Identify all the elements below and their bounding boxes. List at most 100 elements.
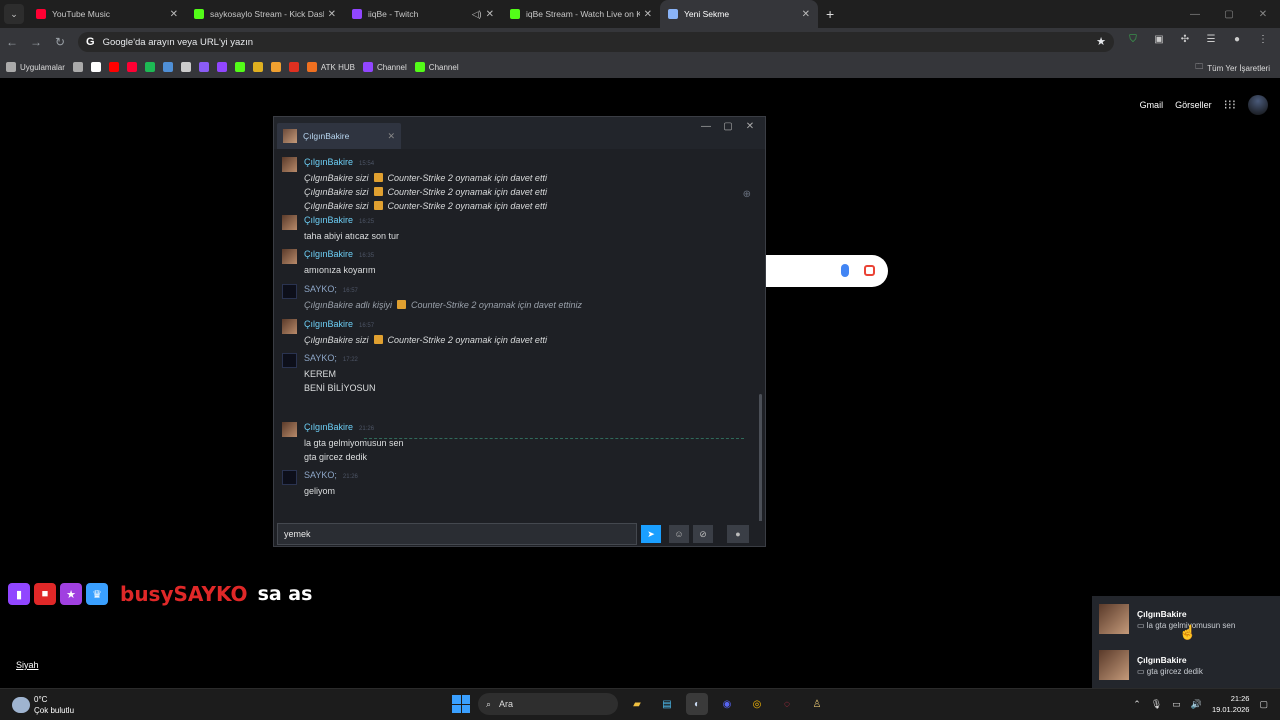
invite-text: Counter-Strike 2 oynamak için davet etti: [387, 335, 547, 345]
bookmark-item[interactable]: [180, 62, 191, 72]
puzzle-icon[interactable]: ✣: [1172, 34, 1198, 45]
bookmark-item[interactable]: [270, 62, 281, 72]
chat-notification[interactable]: ÇılgınBakire ▭ gta gircez dedik: [1092, 642, 1280, 688]
volume-icon[interactable]: 🔊: [1191, 699, 1202, 710]
chat-maximize-button[interactable]: ▢: [717, 121, 739, 132]
siyah-link[interactable]: Siyah: [16, 660, 39, 670]
bookmark-item[interactable]: Channel: [362, 62, 407, 72]
bookmark-item[interactable]: [108, 62, 119, 72]
overlay-username: busySAYKO: [120, 582, 248, 606]
reading-list-icon[interactable]: ☰: [1198, 34, 1224, 45]
game-invite[interactable]: ÇılgınBakire sizi Counter-Strike 2 oynama…: [304, 185, 547, 199]
address-bar[interactable]: G Google'da arayın veya URL'yi yazın ★: [78, 32, 1114, 52]
attach-icon[interactable]: ⊘: [693, 525, 713, 543]
file-explorer-icon[interactable]: ▰: [626, 693, 648, 715]
start-button[interactable]: [452, 695, 470, 713]
close-window-button[interactable]: ✕: [1246, 9, 1280, 20]
opera-gx-icon[interactable]: ◌: [776, 693, 798, 715]
chat-close-button[interactable]: ✕: [739, 121, 761, 132]
shield-extension-icon[interactable]: ⛉: [1120, 34, 1146, 45]
game-invite[interactable]: ÇılgınBakire sizi Counter-Strike 2 oynama…: [304, 333, 547, 347]
message-sender[interactable]: ÇılgınBakire: [304, 319, 353, 329]
chat-minimize-button[interactable]: —: [695, 121, 717, 132]
tab-close-icon[interactable]: ✕: [170, 9, 178, 20]
chrome-icon[interactable]: ◎: [746, 693, 768, 715]
bookmark-item[interactable]: ATK HUB: [306, 62, 355, 72]
images-link[interactable]: Görseller: [1175, 100, 1212, 110]
game-invite[interactable]: ÇılgınBakire sizi Counter-Strike 2 oynama…: [304, 199, 547, 213]
steam-icon[interactable]: ◐: [686, 693, 708, 715]
apps-grid-icon[interactable]: ⁝⁝⁝: [1224, 97, 1236, 113]
app-icon[interactable]: ♙: [806, 693, 828, 715]
browser-tab[interactable]: iiqBe - Twitch ◁) ✕: [344, 0, 502, 28]
emoticon-icon[interactable]: ☺: [669, 525, 689, 543]
new-tab-button[interactable]: +: [826, 6, 834, 22]
menu-icon[interactable]: ⋮: [1250, 34, 1276, 45]
profile-avatar[interactable]: ●: [1224, 34, 1250, 45]
message-sender[interactable]: SAYKO;: [304, 284, 337, 294]
bookmark-item[interactable]: [216, 62, 227, 72]
bookmark-item[interactable]: Channel: [414, 62, 459, 72]
tab-search-dropdown[interactable]: ⌄: [4, 4, 24, 24]
bookmark-item[interactable]: [198, 62, 209, 72]
message-sender[interactable]: SAYKO;: [304, 353, 337, 363]
close-tab-icon[interactable]: ✕: [387, 131, 395, 142]
taskbar-search[interactable]: ⌕ Ara: [478, 693, 618, 715]
network-icon[interactable]: ▭: [1172, 699, 1181, 710]
bookmark-item[interactable]: [252, 62, 263, 72]
bookmark-item[interactable]: [288, 62, 299, 72]
chat-message: ÇılgınBakire 16:57 ÇılgınBakire sizi Counte…: [282, 317, 547, 347]
window-controls: — ▢ ✕: [1178, 0, 1280, 28]
google-search-box[interactable]: [765, 255, 888, 287]
bookmark-item[interactable]: [234, 62, 245, 72]
game-invite[interactable]: ÇılgınBakire adlı kişiyi Counter-Strike 2…: [304, 298, 582, 312]
google-profile-avatar[interactable]: [1248, 95, 1268, 115]
tab-audio-icon[interactable]: ◁): [472, 9, 482, 20]
message-sender[interactable]: ÇılgınBakire: [304, 422, 353, 432]
chat-input[interactable]: yemek: [277, 523, 637, 545]
all-bookmarks[interactable]: 🗀 Tüm Yer İşaretleri: [1195, 61, 1270, 75]
reload-button[interactable]: ↻: [48, 35, 72, 49]
browser-tab[interactable]: Yeni Sekme ✕: [660, 0, 818, 28]
send-button[interactable]: ➤: [641, 525, 661, 543]
tab-close-icon[interactable]: ✕: [802, 9, 810, 20]
tab-close-icon[interactable]: ✕: [328, 9, 336, 20]
message-sender[interactable]: ÇılgınBakire: [304, 249, 353, 259]
chat-tab[interactable]: ÇılgınBakire ✕: [277, 123, 401, 149]
voice-search-icon[interactable]: [841, 264, 849, 277]
bookmark-item[interactable]: [72, 62, 83, 72]
extension-icon[interactable]: ▣: [1146, 34, 1172, 45]
maximize-button[interactable]: ▢: [1212, 9, 1246, 20]
voice-chat-icon[interactable]: ●: [727, 525, 749, 543]
message-sender[interactable]: SAYKO;: [304, 470, 337, 480]
back-button[interactable]: ←: [0, 35, 24, 49]
browser-tab[interactable]: YouTube Music ✕: [28, 0, 186, 28]
message-sender[interactable]: ÇılgınBakire: [304, 215, 353, 225]
lens-icon[interactable]: [864, 265, 875, 276]
invite-prefix: ÇılgınBakire sizi: [304, 335, 369, 345]
forward-button[interactable]: →: [24, 35, 48, 49]
message-sender[interactable]: ÇılgınBakire: [304, 157, 353, 167]
browser-tab[interactable]: iqBe Stream - Watch Live on Ki ✕: [502, 0, 660, 28]
bookmark-item[interactable]: [162, 62, 173, 72]
discord-icon[interactable]: ◉: [716, 693, 738, 715]
bookmark-item[interactable]: Uygulamalar: [6, 62, 65, 72]
bookmark-item[interactable]: [144, 62, 155, 72]
bookmark-star-icon[interactable]: ★: [1096, 35, 1106, 48]
microphone-icon[interactable]: 🎙: [1151, 699, 1162, 710]
chevron-up-icon[interactable]: ⌃: [1133, 699, 1141, 710]
gmail-link[interactable]: Gmail: [1140, 100, 1164, 110]
bookmark-item[interactable]: [126, 62, 137, 72]
notepad-icon[interactable]: ▤: [656, 693, 678, 715]
add-friend-icon[interactable]: ⊕: [743, 189, 751, 200]
bookmark-item[interactable]: [90, 62, 101, 72]
minimize-button[interactable]: —: [1178, 9, 1212, 20]
browser-tab[interactable]: saykosaylo Stream - Kick Dashb ✕: [186, 0, 344, 28]
clock[interactable]: 21:26 19.01.2026: [1212, 693, 1250, 715]
invite-prefix: ÇılgınBakire adlı kişiyi: [304, 300, 393, 310]
tab-close-icon[interactable]: ✕: [486, 9, 494, 20]
tab-close-icon[interactable]: ✕: [644, 9, 652, 20]
weather-widget[interactable]: 0°C Çok bulutlu: [12, 694, 74, 716]
notification-center-icon[interactable]: ▢: [1259, 699, 1268, 710]
game-invite[interactable]: ÇılgınBakire sizi Counter-Strike 2 oynama…: [304, 171, 547, 185]
